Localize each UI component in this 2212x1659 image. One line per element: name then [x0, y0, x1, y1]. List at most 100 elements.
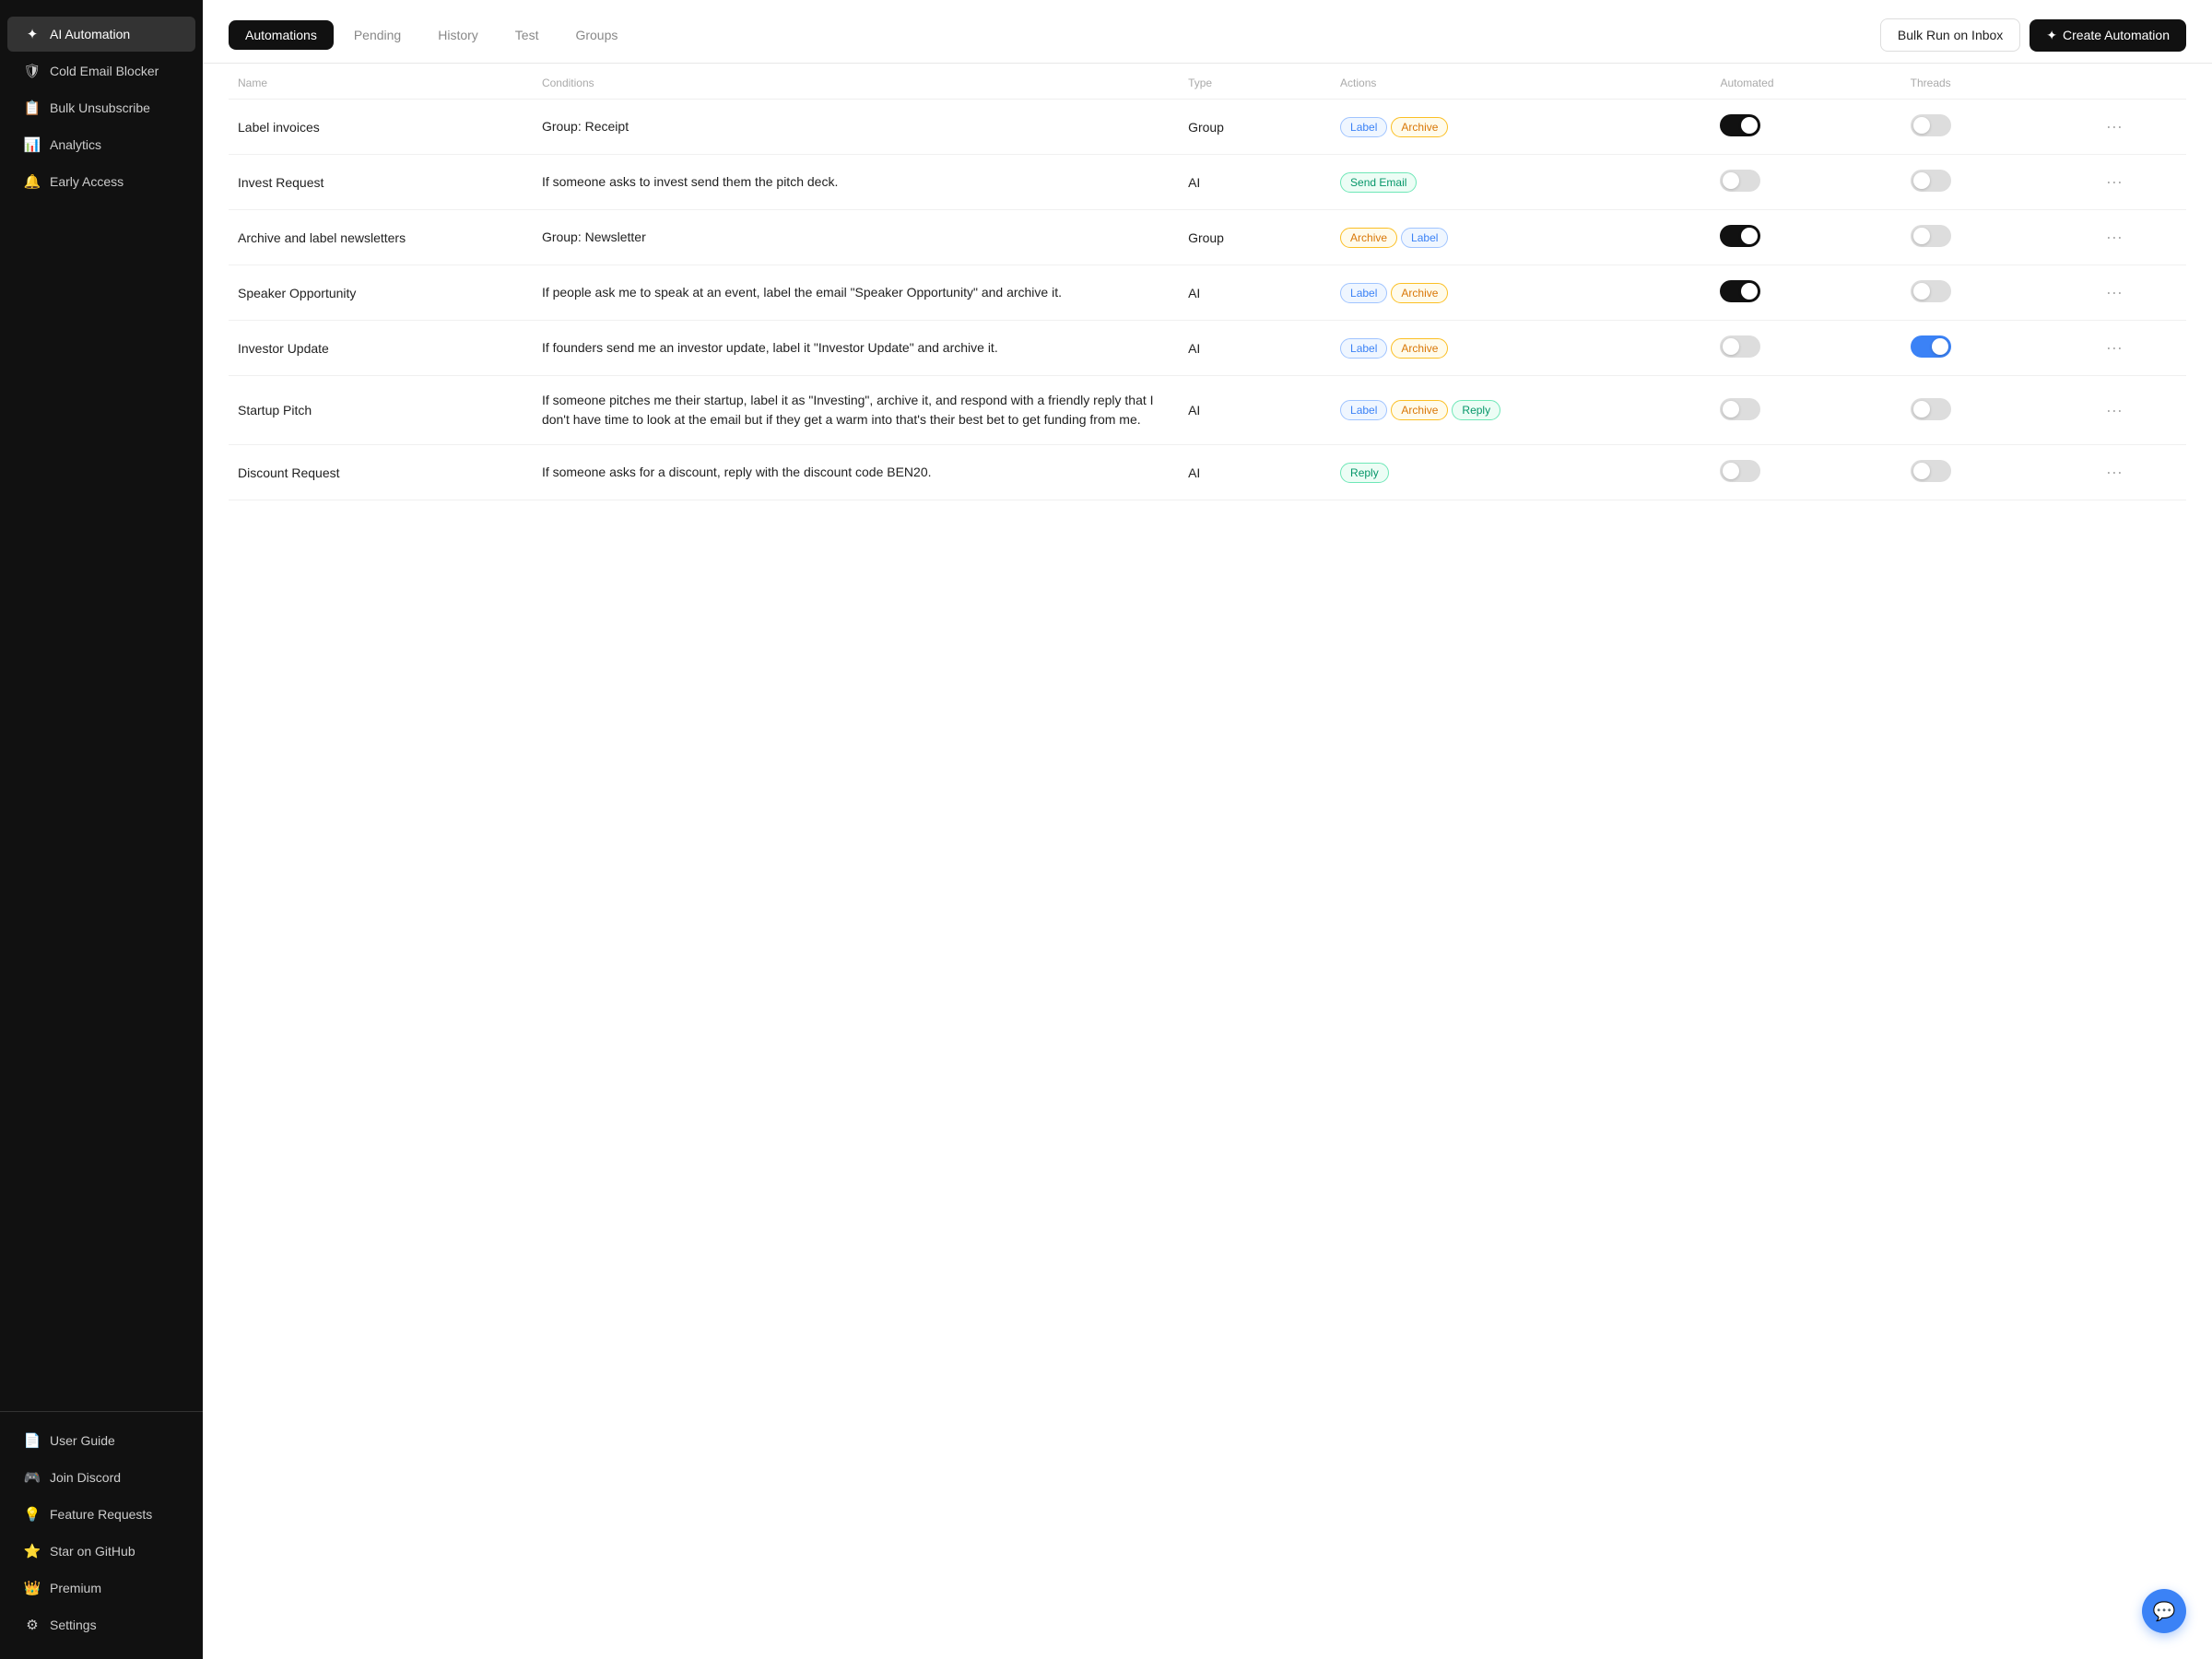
more-button-5[interactable]: ···: [2100, 397, 2128, 423]
row-more-1: ···: [2091, 155, 2186, 210]
tab-automations[interactable]: Automations: [229, 20, 334, 50]
automations-table: Name Conditions Type Actions Automated T…: [229, 64, 2186, 500]
more-button-1[interactable]: ···: [2100, 169, 2128, 194]
topbar: AutomationsPendingHistoryTestGroups Bulk…: [203, 0, 2212, 64]
badge-reply-6: Reply: [1340, 463, 1389, 483]
table-body: Label invoicesGroup: ReceiptGroupLabelAr…: [229, 100, 2186, 500]
row-more-2: ···: [2091, 210, 2186, 265]
col-header-automated: Automated: [1711, 64, 1900, 100]
badge-label-5: Label: [1340, 400, 1387, 420]
sidebar-label-early-access: Early Access: [50, 174, 124, 189]
automated-toggle-6[interactable]: [1720, 460, 1760, 482]
row-actions-3: LabelArchive: [1331, 265, 1711, 321]
row-type-6: AI: [1179, 445, 1331, 500]
sidebar-item-early-access[interactable]: 🔔Early Access: [7, 164, 195, 199]
row-type-2: Group: [1179, 210, 1331, 265]
sidebar-label-feature-requests: Feature Requests: [50, 1507, 152, 1522]
row-conditions-2: Group: Newsletter: [533, 210, 1179, 265]
badge-label-0: Label: [1340, 117, 1387, 137]
row-automated-1: [1711, 155, 1900, 210]
table-row: Speaker OpportunityIf people ask me to s…: [229, 265, 2186, 321]
automated-toggle-1[interactable]: [1720, 170, 1760, 192]
threads-toggle-4[interactable]: [1911, 335, 1951, 358]
user-guide-icon: 📄: [24, 1432, 41, 1449]
automated-toggle-3[interactable]: [1720, 280, 1760, 302]
bulk-unsubscribe-icon: 📋: [24, 100, 41, 116]
threads-toggle-6[interactable]: [1911, 460, 1951, 482]
threads-toggle-1[interactable]: [1911, 170, 1951, 192]
row-type-1: AI: [1179, 155, 1331, 210]
more-button-0[interactable]: ···: [2100, 113, 2128, 139]
row-actions-2: ArchiveLabel: [1331, 210, 1711, 265]
row-conditions-3: If people ask me to speak at an event, l…: [533, 265, 1179, 321]
sidebar-label-bulk-unsubscribe: Bulk Unsubscribe: [50, 100, 150, 115]
tabs-container: AutomationsPendingHistoryTestGroups: [229, 20, 634, 50]
row-name-6: Discount Request: [229, 445, 533, 500]
row-more-3: ···: [2091, 265, 2186, 321]
tab-pending[interactable]: Pending: [337, 20, 418, 50]
row-threads-3: [1901, 265, 2091, 321]
row-threads-5: [1901, 376, 2091, 445]
row-type-5: AI: [1179, 376, 1331, 445]
more-button-2[interactable]: ···: [2100, 224, 2128, 250]
sidebar-item-feature-requests[interactable]: 💡Feature Requests: [7, 1497, 195, 1532]
sidebar-item-bulk-unsubscribe[interactable]: 📋 Bulk Unsubscribe: [7, 90, 195, 125]
row-name-3: Speaker Opportunity: [229, 265, 533, 321]
col-header-more: [2091, 64, 2186, 100]
tab-test[interactable]: Test: [499, 20, 556, 50]
sidebar-label-settings: Settings: [50, 1618, 97, 1632]
sidebar-item-ai-automation[interactable]: ✦AI Automation: [7, 17, 195, 52]
table-row: Startup PitchIf someone pitches me their…: [229, 376, 2186, 445]
row-threads-2: [1901, 210, 2091, 265]
sidebar-item-user-guide[interactable]: 📄 User Guide: [7, 1423, 195, 1458]
sidebar-item-cold-email-blocker[interactable]: 🛡Cold Email Blocker: [7, 53, 195, 88]
badge-label-4: Label: [1340, 338, 1387, 359]
automated-toggle-0[interactable]: [1720, 114, 1760, 136]
sidebar-item-star-github[interactable]: ⭐ Star on GitHub: [7, 1534, 195, 1569]
create-automation-button[interactable]: ✦ Create Automation: [2030, 19, 2186, 52]
sidebar-item-analytics[interactable]: 📊Analytics: [7, 127, 195, 162]
threads-toggle-5[interactable]: [1911, 398, 1951, 420]
settings-icon: ⚙: [24, 1617, 41, 1633]
table-row: Label invoicesGroup: ReceiptGroupLabelAr…: [229, 100, 2186, 155]
cold-email-blocker-icon: 🛡: [24, 63, 41, 79]
automated-toggle-4[interactable]: [1720, 335, 1760, 358]
sidebar-label-star-github: Star on GitHub: [50, 1544, 135, 1559]
sidebar-label-user-guide: User Guide: [50, 1433, 115, 1448]
row-name-4: Investor Update: [229, 321, 533, 376]
sidebar-item-premium[interactable]: 👑Premium: [7, 1571, 195, 1606]
table-header-row: Name Conditions Type Actions Automated T…: [229, 64, 2186, 100]
main-content: AutomationsPendingHistoryTestGroups Bulk…: [203, 0, 2212, 1659]
threads-toggle-3[interactable]: [1911, 280, 1951, 302]
premium-icon: 👑: [24, 1580, 41, 1596]
sidebar: ✦AI Automation🛡Cold Email Blocker 📋 Bulk U…: [0, 0, 203, 1659]
automated-toggle-2[interactable]: [1720, 225, 1760, 247]
threads-toggle-2[interactable]: [1911, 225, 1951, 247]
col-header-conditions: Conditions: [533, 64, 1179, 100]
automated-toggle-5[interactable]: [1720, 398, 1760, 420]
chat-bubble-button[interactable]: 💬: [2142, 1589, 2186, 1633]
row-type-3: AI: [1179, 265, 1331, 321]
threads-toggle-0[interactable]: [1911, 114, 1951, 136]
table-row: Discount RequestIf someone asks for a di…: [229, 445, 2186, 500]
row-type-0: Group: [1179, 100, 1331, 155]
col-header-type: Type: [1179, 64, 1331, 100]
row-more-5: ···: [2091, 376, 2186, 445]
tab-history[interactable]: History: [421, 20, 495, 50]
row-conditions-6: If someone asks for a discount, reply wi…: [533, 445, 1179, 500]
sidebar-item-join-discord[interactable]: 🎮Join Discord: [7, 1460, 195, 1495]
tab-groups[interactable]: Groups: [559, 20, 634, 50]
col-header-actions: Actions: [1331, 64, 1711, 100]
sidebar-item-settings[interactable]: ⚙ Settings: [7, 1607, 195, 1642]
col-header-name: Name: [229, 64, 533, 100]
more-button-4[interactable]: ···: [2100, 335, 2128, 360]
row-actions-0: LabelArchive: [1331, 100, 1711, 155]
row-name-5: Startup Pitch: [229, 376, 533, 445]
more-button-3[interactable]: ···: [2100, 279, 2128, 305]
more-button-6[interactable]: ···: [2100, 459, 2128, 485]
bulk-run-button[interactable]: Bulk Run on Inbox: [1880, 18, 2020, 52]
badge-archive-4: Archive: [1391, 338, 1448, 359]
star-github-icon: ⭐: [24, 1543, 41, 1559]
row-actions-5: LabelArchiveReply: [1331, 376, 1711, 445]
row-threads-6: [1901, 445, 2091, 500]
